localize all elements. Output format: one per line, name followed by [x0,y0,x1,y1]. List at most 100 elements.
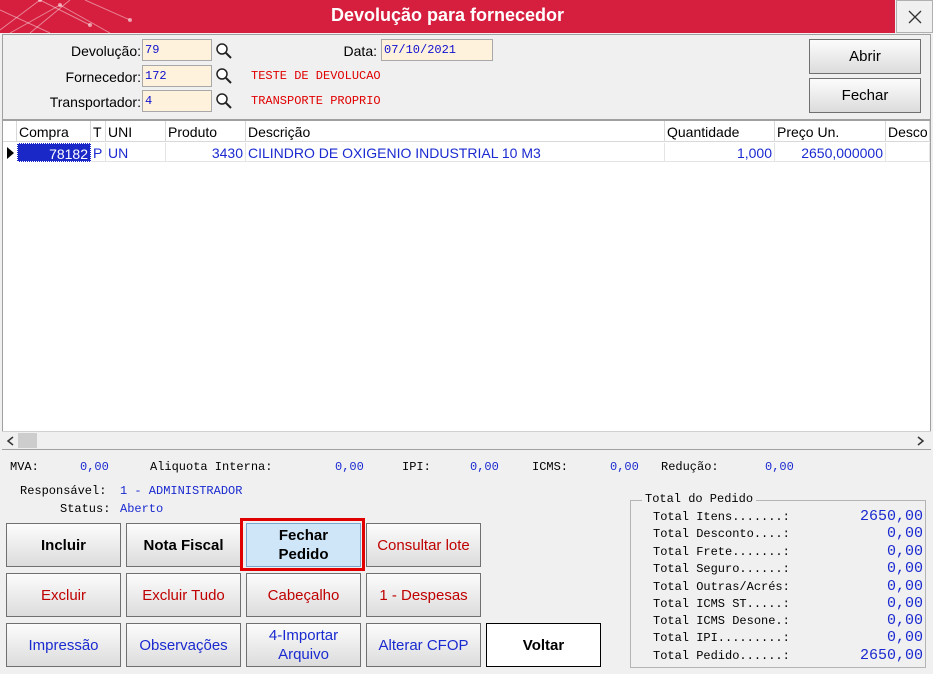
icms-value: 0,00 [610,460,639,474]
search-icon[interactable] [215,67,233,85]
despesas-label: 1 - Despesas [379,586,468,604]
devolucao-field[interactable]: 79 [142,39,212,61]
column-header[interactable]: Quantidade [665,121,775,142]
search-icon[interactable] [215,42,233,60]
cell-compra[interactable]: 78182 [17,143,91,162]
reducao-label: Redução: [661,460,719,474]
column-header[interactable]: T [91,121,106,142]
total-row: Total Itens.......: 2650,00 [653,508,923,527]
transportador-field[interactable]: 4 [142,90,212,112]
ipi-value: 0,00 [470,460,499,474]
total-value: 0,00 [886,543,923,560]
nota-fiscal-button[interactable]: Nota Fiscal [126,523,241,567]
nota-fiscal-label: Nota Fiscal [143,536,224,554]
total-label: Total Itens.......: [653,510,790,524]
horizontal-scrollbar[interactable] [2,431,931,449]
consultar-lote-button[interactable]: Consultar lote [366,523,481,567]
total-row: Total Desconto....: 0,00 [653,525,923,544]
voltar-button[interactable]: Voltar [486,623,601,667]
scroll-left-icon[interactable] [6,436,14,446]
total-label: Total ICMS ST.....: [653,597,790,611]
total-label: Total ICMS Desone.: [653,614,790,628]
devolucao-label: Devolução: [70,43,141,59]
scroll-thumb[interactable] [18,433,37,448]
incluir-label: Incluir [40,536,86,554]
status-value: Aberto [120,502,164,516]
transportador-label: Transportador: [49,94,141,110]
column-header[interactable]: Desco [886,121,930,142]
column-header[interactable]: Produto [166,121,246,142]
info-panel: Responsável: 1 - ADMINISTRADOR Status: A… [0,484,400,520]
cell-quantidade[interactable]: 1,000 [665,143,775,162]
cell-preco[interactable]: 2650,000000 [775,143,886,162]
tax-bar: MVA: 0,00 Aliquota Interna: 0,00 IPI: 0,… [0,460,933,476]
ipi-label: IPI: [402,460,431,474]
cell-desconto[interactable] [886,143,930,162]
excluir-button[interactable]: Excluir [6,573,121,617]
close-button[interactable] [896,0,933,33]
fornecedor-field[interactable]: 172 [142,65,212,87]
fechar-label: Fechar [841,87,889,104]
icms-label: ICMS: [532,460,569,474]
row-pointer-icon [3,143,17,162]
total-row: Total IPI.........: 0,00 [653,629,923,648]
header-panel: Devolução: 79 Data: 07/10/2021 Fornecedo… [2,34,931,120]
excluir-tudo-button[interactable]: Excluir Tudo [126,573,241,617]
total-value: 0,00 [886,595,923,612]
abrir-button[interactable]: Abrir [809,39,921,74]
total-row: Total ICMS Desone.: 0,00 [653,612,923,631]
column-header[interactable]: Compra [17,121,91,142]
cabecalho-button[interactable]: Cabeçalho [246,573,361,617]
excluir-label: Excluir [40,586,86,604]
window-title: Devolução para fornecedor [330,5,565,25]
items-grid[interactable]: Compra T UNI Produto Descrição Quantidad… [2,120,931,450]
column-header[interactable]: Preço Un. [775,121,886,142]
search-icon[interactable] [215,92,233,110]
total-row: Total Seguro......: 0,00 [653,560,923,579]
total-value: 0,00 [886,525,923,542]
column-header[interactable]: Descrição [246,121,665,142]
fechar-button[interactable]: Fechar [809,78,921,113]
scroll-right-icon[interactable] [917,436,925,446]
observacoes-button[interactable]: Observações [126,623,241,667]
total-label: Total Seguro......: [653,562,790,576]
data-field[interactable]: 07/10/2021 [381,39,493,61]
voltar-label: Voltar [522,636,565,654]
mva-label: MVA: [10,460,39,474]
alterar-cfop-label: Alterar CFOP [378,636,469,654]
row-indicator-header [3,121,17,142]
mva-value: 0,00 [80,460,109,474]
fornecedor-name: TESTE DE DEVOLUCAO [251,69,381,83]
observacoes-label: Observações [139,636,228,654]
cell-descricao[interactable]: CILINDRO DE OXIGENIO INDUSTRIAL 10 M3 [246,143,665,162]
totals-title: Total do Pedido [642,492,757,506]
column-header[interactable]: UNI [106,121,166,142]
cell-uni[interactable]: UN [106,143,166,162]
impressao-button[interactable]: Impressão [6,623,121,667]
title-bar: Devolução para fornecedor [0,0,895,33]
cell-produto[interactable]: 3430 [166,143,246,162]
impressao-label: Impressão [28,636,99,654]
cabecalho-label: Cabeçalho [267,586,340,604]
excluir-tudo-label: Excluir Tudo [142,586,225,604]
total-row: Total Pedido......: 2650,00 [653,647,923,666]
consultar-lote-label: Consultar lote [377,536,470,554]
alterar-cfop-button[interactable]: Alterar CFOP [366,623,481,667]
total-row: Total Outras/Acrés: 0,00 [653,578,923,597]
total-value: 0,00 [886,612,923,629]
abrir-label: Abrir [849,48,881,65]
aliquota-value: 0,00 [335,460,364,474]
total-label: Total Outras/Acrés: [653,580,790,594]
despesas-button[interactable]: 1 - Despesas [366,573,481,617]
total-row: Total ICMS ST.....: 0,00 [653,595,923,614]
total-value: 0,00 [886,560,923,577]
highlight-box [240,518,365,571]
cell-tipo[interactable]: P [91,143,106,162]
incluir-button[interactable]: Incluir [6,523,121,567]
importar-label-line1: 4-Importar [268,627,339,644]
total-label: Total Pedido......: [653,649,790,663]
responsavel-label: Responsável: [20,484,107,498]
transportador-name: TRANSPORTE PROPRIO [251,94,381,108]
fornecedor-label: Fornecedor: [65,69,141,85]
importar-arquivo-button[interactable]: 4-Importar Arquivo [246,623,361,667]
